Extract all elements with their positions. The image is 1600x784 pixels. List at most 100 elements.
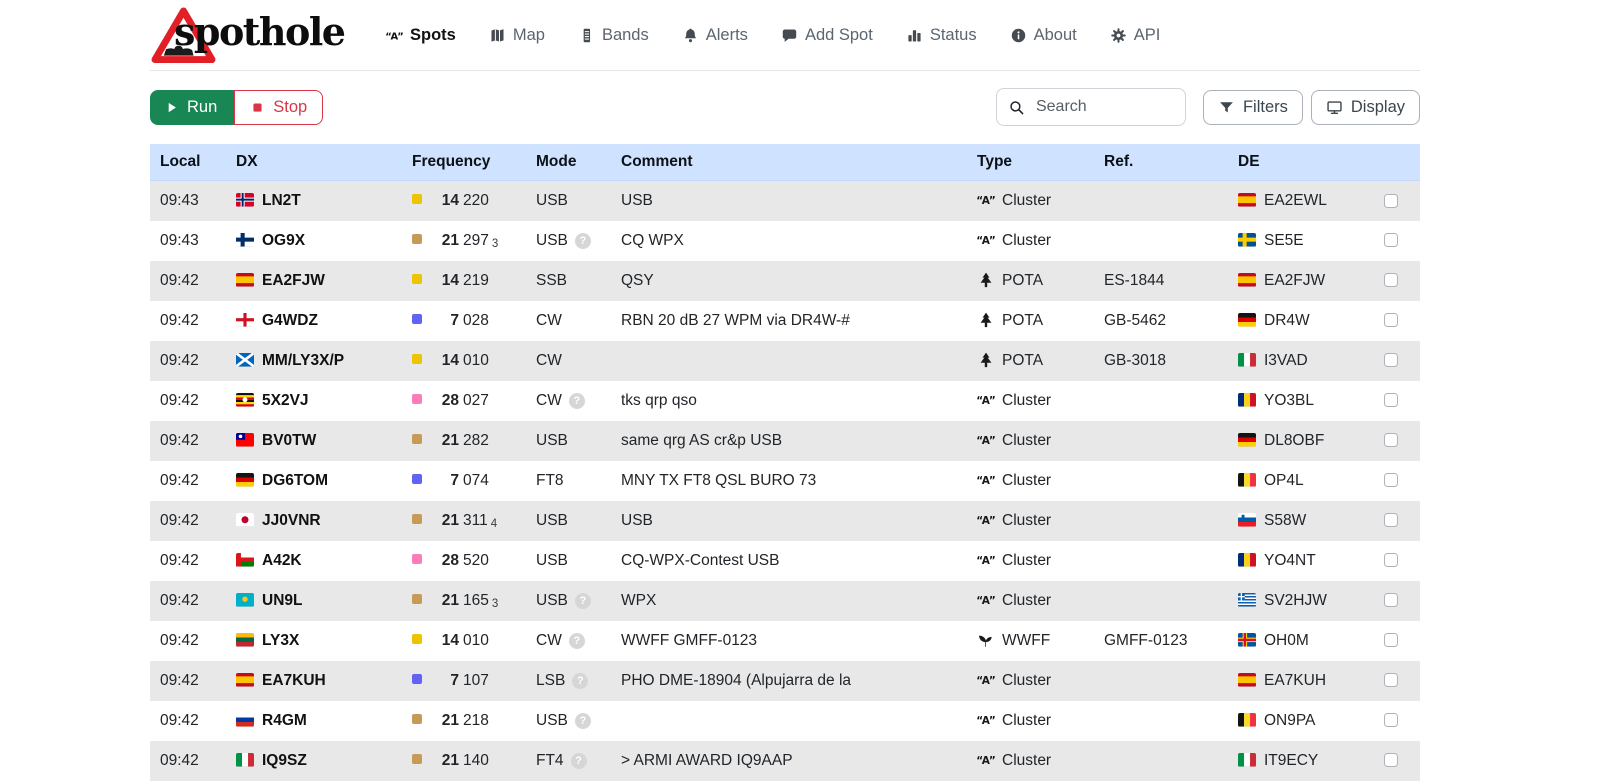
de-callsign[interactable]: SE5E bbox=[1264, 232, 1304, 249]
de-callsign[interactable]: EA7KUH bbox=[1264, 672, 1326, 689]
band-color-icon bbox=[412, 554, 422, 564]
de-callsign[interactable]: IT9ECY bbox=[1264, 752, 1318, 769]
de-callsign[interactable]: SV2HJW bbox=[1264, 592, 1327, 609]
spot-checkbox[interactable] bbox=[1384, 593, 1398, 607]
spot-type: Cluster bbox=[969, 661, 1096, 701]
chat-icon bbox=[781, 27, 798, 44]
spot-checkbox[interactable] bbox=[1384, 393, 1398, 407]
de-callsign[interactable]: I3VAD bbox=[1264, 352, 1308, 369]
nav-item-spots[interactable]: Spots bbox=[386, 26, 456, 45]
de-callsign[interactable]: OH0M bbox=[1264, 632, 1309, 649]
spot-checkbox[interactable] bbox=[1384, 553, 1398, 567]
spot-comment: same qrg AS cr&p USB bbox=[613, 421, 969, 461]
mode-help-icon: ? bbox=[575, 593, 591, 609]
flag-italy-icon bbox=[1238, 753, 1256, 767]
spot-time: 09:42 bbox=[150, 421, 228, 461]
display-button[interactable]: Display bbox=[1311, 90, 1420, 125]
nav-item-bands[interactable]: Bands bbox=[578, 26, 649, 45]
dx-callsign[interactable]: BV0TW bbox=[262, 432, 316, 449]
spot-checkbox[interactable] bbox=[1384, 753, 1398, 767]
bar-chart-icon bbox=[906, 27, 923, 44]
nav-item-about[interactable]: About bbox=[1010, 26, 1077, 45]
spot-frequency: 21218 bbox=[404, 701, 528, 741]
spot-checkbox[interactable] bbox=[1384, 633, 1398, 647]
spot-checkbox[interactable] bbox=[1384, 353, 1398, 367]
spot-checkbox[interactable] bbox=[1384, 433, 1398, 447]
spot-ref bbox=[1096, 701, 1230, 741]
dx-callsign[interactable]: EA2FJW bbox=[262, 272, 325, 289]
nav-item-add-spot[interactable]: Add Spot bbox=[781, 26, 873, 45]
spot-checkbox[interactable] bbox=[1384, 673, 1398, 687]
spot-ref bbox=[1096, 661, 1230, 701]
spot-checkbox[interactable] bbox=[1384, 513, 1398, 527]
spot-checkbox[interactable] bbox=[1384, 473, 1398, 487]
dx-callsign[interactable]: A42K bbox=[262, 552, 302, 569]
spot-checkbox[interactable] bbox=[1384, 233, 1398, 247]
table-row: 09:42 JJ0VNR 213114 USB? USB Cluster S58… bbox=[150, 501, 1420, 541]
de-callsign[interactable]: S58W bbox=[1264, 512, 1306, 529]
dx-callsign[interactable]: LN2T bbox=[262, 192, 301, 209]
antenna-icon bbox=[977, 551, 995, 569]
de-callsign[interactable]: EA2EWL bbox=[1264, 192, 1327, 209]
dx-callsign[interactable]: DG6TOM bbox=[262, 472, 328, 489]
spot-ref bbox=[1096, 461, 1230, 501]
dx-callsign[interactable]: JJ0VNR bbox=[262, 512, 321, 529]
nav-item-api[interactable]: API bbox=[1110, 26, 1161, 45]
band-color-icon bbox=[412, 434, 422, 444]
antenna-icon bbox=[386, 27, 403, 44]
nav-item-map[interactable]: Map bbox=[489, 26, 545, 45]
search-box bbox=[996, 88, 1186, 126]
toolbar: Run Stop Filters Display bbox=[150, 88, 1420, 126]
spot-frequency: 7107 bbox=[404, 661, 528, 701]
dx-callsign[interactable]: 5X2VJ bbox=[262, 392, 309, 409]
filters-button[interactable]: Filters bbox=[1203, 90, 1303, 125]
table-header-row: LocalDXFrequencyModeCommentTypeRef.DE bbox=[150, 144, 1420, 181]
table-row: 09:42 EA7KUH 7107 LSB? PHO DME-18904 (Al… bbox=[150, 661, 1420, 701]
gear-icon bbox=[1110, 27, 1127, 44]
stop-button[interactable]: Stop bbox=[234, 90, 323, 125]
spots-table: LocalDXFrequencyModeCommentTypeRef.DE 09… bbox=[150, 144, 1420, 781]
de-callsign[interactable]: YO3BL bbox=[1264, 392, 1314, 409]
table-row: 09:42 DG6TOM 7074 FT8? MNY TX FT8 QSL BU… bbox=[150, 461, 1420, 501]
col-header-frequency: Frequency bbox=[404, 144, 528, 181]
spot-mode: CW? bbox=[528, 301, 613, 341]
spot-checkbox[interactable] bbox=[1384, 273, 1398, 287]
spot-frequency: 211653 bbox=[404, 581, 528, 621]
dx-callsign[interactable]: EA7KUH bbox=[262, 672, 326, 689]
spot-comment: MNY TX FT8 QSL BURO 73 bbox=[613, 461, 969, 501]
spot-checkbox[interactable] bbox=[1384, 713, 1398, 727]
antenna-icon bbox=[977, 231, 995, 249]
spot-mode: USB? bbox=[528, 701, 613, 741]
search-input[interactable] bbox=[1034, 97, 1174, 117]
dx-callsign[interactable]: OG9X bbox=[262, 232, 305, 249]
spot-time: 09:42 bbox=[150, 541, 228, 581]
dx-callsign[interactable]: UN9L bbox=[262, 592, 302, 609]
band-color-icon bbox=[412, 474, 422, 484]
spot-checkbox[interactable] bbox=[1384, 194, 1398, 208]
run-button[interactable]: Run bbox=[150, 90, 234, 125]
spot-mode: CW? bbox=[528, 341, 613, 381]
spot-type: POTA bbox=[969, 301, 1096, 341]
antenna-icon bbox=[977, 711, 995, 729]
de-callsign[interactable]: DL8OBF bbox=[1264, 432, 1324, 449]
spot-type: POTA bbox=[969, 261, 1096, 301]
dx-callsign[interactable]: R4GM bbox=[262, 712, 307, 729]
spot-de: EA2EWL bbox=[1230, 181, 1376, 221]
de-callsign[interactable]: OP4L bbox=[1264, 472, 1304, 489]
spot-time: 09:43 bbox=[150, 221, 228, 261]
dx-callsign[interactable]: IQ9SZ bbox=[262, 752, 307, 769]
dx-callsign[interactable]: MM/LY3X/P bbox=[262, 352, 344, 369]
spot-de: I3VAD bbox=[1230, 341, 1376, 381]
dx-callsign[interactable]: LY3X bbox=[262, 632, 299, 649]
de-callsign[interactable]: YO4NT bbox=[1264, 552, 1316, 569]
de-callsign[interactable]: EA2FJW bbox=[1264, 272, 1325, 289]
spot-mode: FT4? bbox=[528, 741, 613, 781]
de-callsign[interactable]: DR4W bbox=[1264, 312, 1310, 329]
nav-item-status[interactable]: Status bbox=[906, 26, 977, 45]
nav-item-alerts[interactable]: Alerts bbox=[682, 26, 748, 45]
spot-checkbox[interactable] bbox=[1384, 313, 1398, 327]
dx-callsign[interactable]: G4WDZ bbox=[262, 312, 318, 329]
brand-logo[interactable]: spothole bbox=[150, 3, 346, 67]
de-callsign[interactable]: ON9PA bbox=[1264, 712, 1315, 729]
flag-aland-icon bbox=[1238, 633, 1256, 647]
